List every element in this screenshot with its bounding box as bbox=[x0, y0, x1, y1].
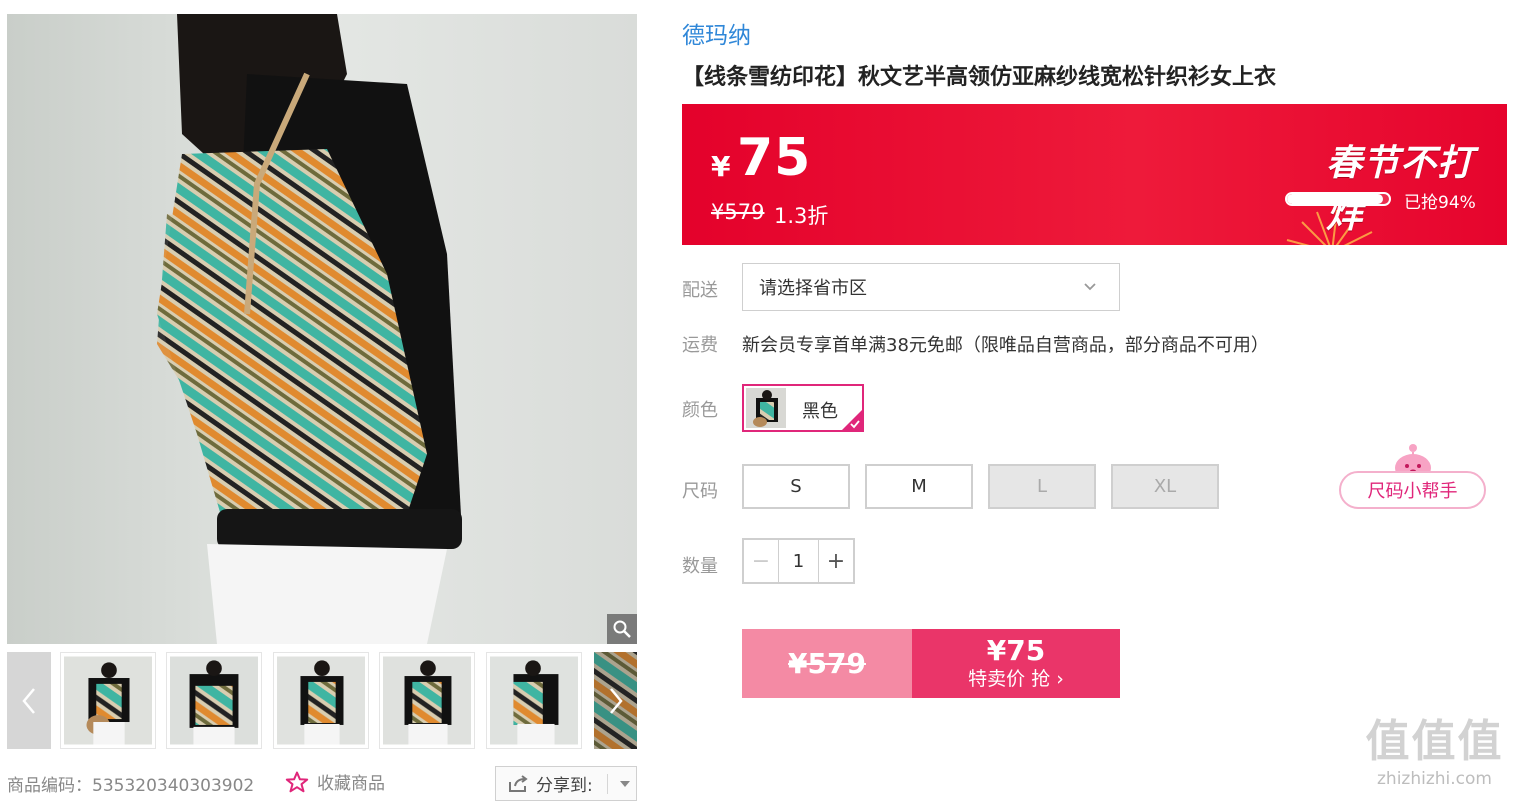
product-title: 【线条雪纺印花】秋文艺半高领仿亚麻纱线宽松针织衫女上衣 bbox=[682, 65, 1277, 90]
region-select[interactable]: 请选择省市区 bbox=[742, 263, 1120, 311]
sale-price: 75 bbox=[737, 128, 812, 188]
chevron-left-icon bbox=[22, 687, 35, 714]
divider bbox=[606, 773, 608, 794]
quantity-value[interactable]: 1 bbox=[779, 540, 818, 582]
thumbnail-image bbox=[383, 656, 471, 745]
shipping-info: 新会员专享首单满38元免邮（限唯品自营商品，部分商品不可用） bbox=[742, 335, 1269, 356]
original-price: ¥579 bbox=[711, 200, 765, 224]
color-label: 颜色 bbox=[682, 400, 718, 421]
thumbnail-image bbox=[490, 656, 578, 745]
star-icon bbox=[285, 771, 309, 792]
shipping-label: 运费 bbox=[682, 335, 718, 356]
size-helper-button[interactable]: 尺码小帮手 bbox=[1339, 440, 1486, 510]
watermark-url: zhizhizhi.com bbox=[1377, 769, 1492, 789]
buy-original-price: ¥579 bbox=[742, 629, 912, 698]
thumb-prev-button[interactable] bbox=[7, 652, 51, 749]
color-option-label: 黑色 bbox=[802, 401, 838, 422]
chevron-right-icon bbox=[609, 687, 623, 714]
thumbnail-image bbox=[170, 656, 258, 745]
thumbnail[interactable] bbox=[486, 652, 582, 749]
thumbnail[interactable] bbox=[273, 652, 369, 749]
product-photo bbox=[7, 14, 637, 644]
sold-progress-bar bbox=[1285, 192, 1391, 206]
quantity-decrease-button[interactable]: − bbox=[744, 540, 779, 582]
size-helper-label: 尺码小帮手 bbox=[1339, 471, 1486, 509]
buy-now-button[interactable]: ¥75 特卖价 抢 › bbox=[912, 629, 1120, 698]
share-icon bbox=[509, 774, 528, 792]
sku-code: 商品编码：535320340303902 bbox=[7, 776, 255, 796]
size-option-s[interactable]: S bbox=[742, 464, 850, 509]
quantity-label: 数量 bbox=[682, 556, 718, 577]
zoom-button[interactable] bbox=[607, 614, 637, 644]
site-watermark: 值值值 zhizhizhi.com bbox=[1362, 716, 1507, 796]
thumb-next-button[interactable] bbox=[594, 652, 637, 749]
size-option-m[interactable]: M bbox=[865, 464, 973, 509]
favorite-button[interactable]: 收藏商品 bbox=[285, 769, 385, 794]
region-select-value: 请选择省市区 bbox=[759, 278, 867, 299]
size-option-l: L bbox=[988, 464, 1096, 509]
sold-percentage: 已抢94% bbox=[1404, 193, 1476, 213]
discount-rate: 1.3折 bbox=[774, 204, 829, 228]
thumbnail-image bbox=[277, 656, 365, 745]
size-label: 尺码 bbox=[682, 481, 718, 502]
share-label: 分享到: bbox=[536, 776, 593, 796]
chevron-down-icon bbox=[1084, 283, 1096, 291]
magnifier-icon bbox=[613, 620, 631, 638]
buy-now-label: 特卖价 抢 › bbox=[968, 667, 1064, 690]
buy-button-group: ¥579 ¥75 特卖价 抢 › bbox=[742, 629, 1120, 698]
buy-now-price: ¥75 bbox=[986, 633, 1046, 667]
price-banner: ¥ 75 ¥579 1.3折 春节不打烊 已抢94% bbox=[682, 104, 1507, 245]
quantity-increase-button[interactable]: + bbox=[818, 540, 853, 582]
currency-symbol: ¥ bbox=[711, 150, 731, 183]
sold-progress-fill bbox=[1287, 194, 1383, 204]
favorite-label: 收藏商品 bbox=[317, 774, 385, 794]
thumbnail-strip bbox=[7, 652, 637, 749]
selected-check-icon bbox=[842, 410, 862, 430]
share-dropdown[interactable]: 分享到: bbox=[495, 766, 637, 801]
thumbnail[interactable] bbox=[166, 652, 262, 749]
thumbnail[interactable] bbox=[379, 652, 475, 749]
thumbnail[interactable] bbox=[60, 652, 156, 749]
size-option-xl: XL bbox=[1111, 464, 1219, 509]
brand-name[interactable]: 德玛纳 bbox=[682, 16, 751, 50]
promo-slogan: 春节不打烊 bbox=[1326, 143, 1475, 236]
color-swatch-image bbox=[746, 388, 786, 428]
product-main-image[interactable] bbox=[7, 14, 637, 644]
thumbnail-image bbox=[64, 656, 152, 745]
color-option-selected[interactable]: 黑色 bbox=[742, 384, 864, 432]
watermark-logo-text: 值值值 bbox=[1365, 716, 1504, 767]
caret-down-icon bbox=[619, 780, 630, 787]
quantity-stepper: − 1 + bbox=[742, 538, 855, 584]
delivery-label: 配送 bbox=[682, 280, 718, 301]
product-meta-row: 商品编码：535320340303902 收藏商品 分享到: bbox=[7, 766, 637, 801]
